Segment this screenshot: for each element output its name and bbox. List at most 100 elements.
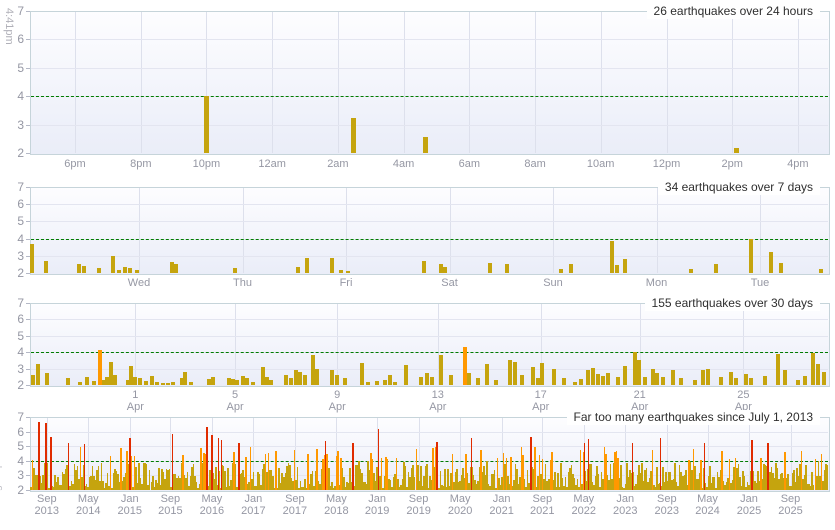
gridline-vertical xyxy=(535,12,536,153)
quake-bar xyxy=(584,443,586,490)
quake-bar xyxy=(426,464,428,490)
quake-bar xyxy=(819,269,823,273)
quake-bar xyxy=(562,378,566,385)
gridline-vertical xyxy=(450,188,451,273)
quake-bar xyxy=(719,377,723,385)
quake-bar xyxy=(419,377,423,385)
quake-bar xyxy=(671,370,675,385)
quake-bar xyxy=(729,372,733,385)
plot-area-last-24-hours xyxy=(30,11,830,155)
quake-bar xyxy=(117,270,121,273)
x-tick-label: Sat xyxy=(426,277,474,289)
quake-bar xyxy=(45,373,49,385)
quake-bar xyxy=(579,379,583,385)
quake-bar xyxy=(305,258,309,273)
quake-bar xyxy=(44,261,48,273)
y-tick-label: 3 xyxy=(4,469,24,481)
x-tick-label: 4am xyxy=(380,158,428,170)
gridline-vertical xyxy=(139,188,140,273)
quake-bar xyxy=(508,360,512,385)
quake-bar xyxy=(66,378,70,385)
y-tick-mark xyxy=(26,68,30,69)
y-tick-mark xyxy=(26,432,30,433)
quake-bar xyxy=(615,265,619,273)
quake-bar xyxy=(381,458,383,490)
y-tick-label: 3 xyxy=(4,119,24,131)
y-tick-label: 2 xyxy=(4,379,24,391)
y-tick-mark xyxy=(26,336,30,337)
gridline-horizontal xyxy=(31,432,828,433)
quake-bar xyxy=(303,375,307,385)
quake-bar xyxy=(84,444,86,490)
quake-bar xyxy=(610,241,614,273)
gridline-vertical xyxy=(760,188,761,273)
y-tick-label: 5 xyxy=(4,440,24,452)
panel-title-last-30-days: 155 earthquakes over 30 days xyxy=(645,296,820,311)
x-tick-label: 10pm xyxy=(182,158,230,170)
quake-bar xyxy=(476,378,480,385)
panel-title-since-july-2013: Far too many earthquakes since July 1, 2… xyxy=(567,410,820,425)
quake-bar xyxy=(183,372,187,385)
quake-bar xyxy=(494,380,498,385)
quake-bar xyxy=(131,456,133,490)
gridline-vertical xyxy=(75,12,76,153)
gridline-horizontal xyxy=(31,221,828,222)
quake-bar xyxy=(133,377,137,385)
quake-bar xyxy=(206,427,208,490)
y-tick-mark xyxy=(26,221,30,222)
y-tick-label: 4 xyxy=(4,233,24,245)
quake-bar xyxy=(783,370,787,385)
x-tick-label: Tue xyxy=(736,277,784,289)
quake-bar xyxy=(275,451,277,490)
gridline-vertical xyxy=(346,188,347,273)
quake-bar xyxy=(233,268,237,273)
quake-bar xyxy=(144,381,148,385)
quake-bar xyxy=(388,375,392,385)
threshold-line-m4 xyxy=(31,239,828,240)
quake-bar xyxy=(704,443,706,490)
quake-bar xyxy=(811,353,815,385)
x-tick-label: Wed xyxy=(115,277,163,289)
y-tick-mark xyxy=(26,490,30,491)
quake-bar xyxy=(351,118,356,153)
quake-bar xyxy=(643,377,647,385)
quake-bar xyxy=(366,382,370,385)
quake-bar xyxy=(467,373,471,385)
earthquake-magnitude-charts: 4:41pm © wellingtonquakelive.co.nz 6pm8p… xyxy=(0,0,835,530)
plot-area-last-7-days xyxy=(30,187,830,275)
gridline-vertical xyxy=(798,12,799,153)
quake-bar xyxy=(769,252,773,273)
gridline-vertical xyxy=(404,12,405,153)
quake-bar xyxy=(679,378,683,385)
quake-bar xyxy=(155,382,159,385)
x-tick-label: 12pm xyxy=(643,158,691,170)
y-tick-label: 5 xyxy=(4,62,24,74)
quake-bar xyxy=(816,364,820,385)
quake-bar xyxy=(284,375,288,385)
gridline-vertical xyxy=(553,188,554,273)
x-tick-label: 9 Apr xyxy=(313,389,361,413)
gridline-horizontal xyxy=(31,319,828,320)
quake-bar xyxy=(573,382,577,385)
quake-bar xyxy=(776,354,780,385)
y-tick-label: 2 xyxy=(4,484,24,496)
y-tick-label: 4 xyxy=(4,346,24,358)
x-tick-label: 6pm xyxy=(51,158,99,170)
quake-bar xyxy=(383,380,387,385)
y-tick-label: 7 xyxy=(4,411,24,423)
quake-bar xyxy=(405,466,407,490)
quake-bar xyxy=(751,440,753,490)
quake-bar xyxy=(128,268,132,273)
x-tick-label: 6am xyxy=(445,158,493,170)
y-tick-label: 6 xyxy=(4,198,24,210)
gridline-vertical xyxy=(337,304,338,385)
quake-bar xyxy=(749,378,753,385)
y-tick-mark xyxy=(26,96,30,97)
quake-bar xyxy=(289,378,293,385)
quake-bar xyxy=(346,271,350,273)
quake-bar xyxy=(335,375,339,385)
quake-bar xyxy=(701,370,705,385)
quake-bar xyxy=(45,423,47,490)
quake-bar xyxy=(530,437,532,490)
quake-bar xyxy=(439,355,443,385)
